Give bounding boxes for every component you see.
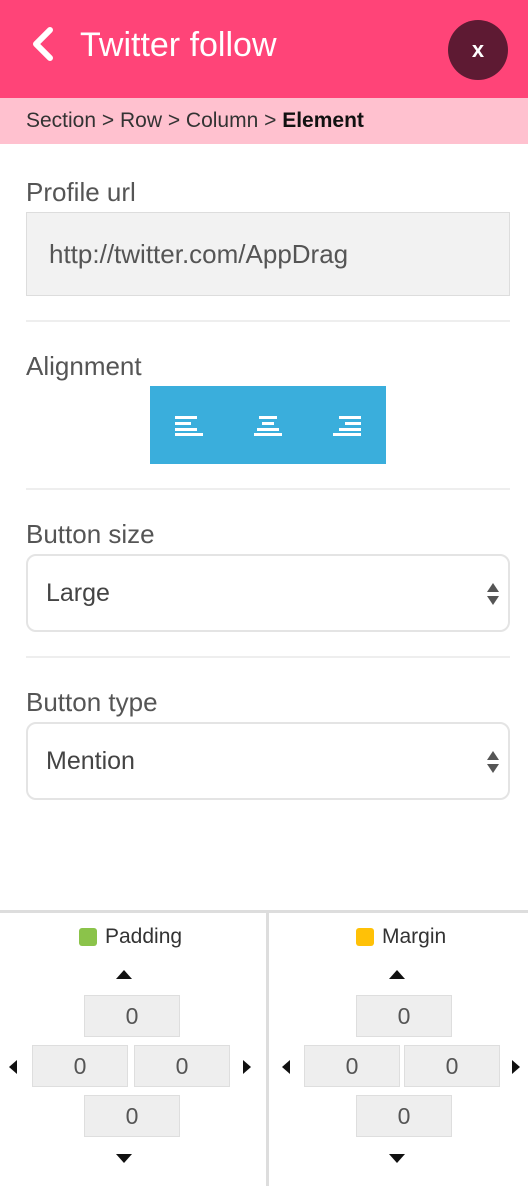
align-center-button[interactable] xyxy=(229,386,308,464)
align-right-icon xyxy=(332,416,361,436)
padding-bottom-down-arrow[interactable] xyxy=(116,1154,132,1163)
spacing-separator xyxy=(266,913,269,1186)
margin-top-up-arrow[interactable] xyxy=(389,970,405,979)
margin-color-swatch xyxy=(356,928,374,946)
align-left-icon xyxy=(175,416,204,436)
divider xyxy=(26,320,510,322)
padding-title: Padding xyxy=(79,925,182,949)
profile-url-label: Profile url xyxy=(26,177,136,207)
margin-right-arrow[interactable] xyxy=(512,1060,520,1074)
margin-title: Margin xyxy=(356,925,446,949)
button-size-value: Large xyxy=(46,578,110,607)
margin-top-input[interactable]: 0 xyxy=(356,995,452,1037)
align-center-icon xyxy=(254,416,282,436)
breadcrumb-current: Element xyxy=(282,109,364,132)
padding-color-swatch xyxy=(79,928,97,946)
select-arrows-icon xyxy=(487,583,499,605)
button-type-select[interactable]: Mention xyxy=(26,722,510,800)
header-bar: Twitter follow x xyxy=(0,0,528,98)
padding-right-arrow[interactable] xyxy=(243,1060,251,1074)
breadcrumb-path: Section > Row > Column > xyxy=(26,109,283,132)
margin-bottom-input[interactable]: 0 xyxy=(356,1095,452,1137)
margin-left-input[interactable]: 0 xyxy=(304,1045,400,1087)
breadcrumb: Section > Row > Column > Element xyxy=(0,98,528,144)
alignment-label: Alignment xyxy=(26,351,142,381)
divider xyxy=(26,656,510,658)
button-size-label: Button size xyxy=(26,519,155,549)
divider xyxy=(26,488,510,490)
profile-url-input[interactable]: http://twitter.com/AppDrag xyxy=(26,212,510,296)
align-right-button[interactable] xyxy=(307,386,386,464)
button-size-select[interactable]: Large xyxy=(26,554,510,632)
padding-top-input[interactable]: 0 xyxy=(84,995,180,1037)
padding-label: Padding xyxy=(105,925,183,948)
padding-left-arrow[interactable] xyxy=(9,1060,17,1074)
button-type-value: Mention xyxy=(46,746,135,775)
margin-bottom-down-arrow[interactable] xyxy=(389,1154,405,1163)
padding-bottom-input[interactable]: 0 xyxy=(84,1095,180,1137)
padding-left-input[interactable]: 0 xyxy=(32,1045,128,1087)
margin-right-input[interactable]: 0 xyxy=(404,1045,500,1087)
button-type-label: Button type xyxy=(26,687,158,717)
padding-right-input[interactable]: 0 xyxy=(134,1045,230,1087)
padding-top-up-arrow[interactable] xyxy=(116,970,132,979)
page-title: Twitter follow xyxy=(80,26,277,64)
margin-label: Margin xyxy=(382,925,447,948)
chevron-left-icon[interactable] xyxy=(28,26,58,62)
select-arrows-icon xyxy=(487,751,499,773)
margin-left-arrow[interactable] xyxy=(282,1060,290,1074)
breadcrumb-text: Section > Row > Column > Element xyxy=(26,109,364,133)
align-left-button[interactable] xyxy=(150,386,229,464)
close-button[interactable]: x xyxy=(448,20,508,80)
alignment-button-group xyxy=(150,386,386,464)
